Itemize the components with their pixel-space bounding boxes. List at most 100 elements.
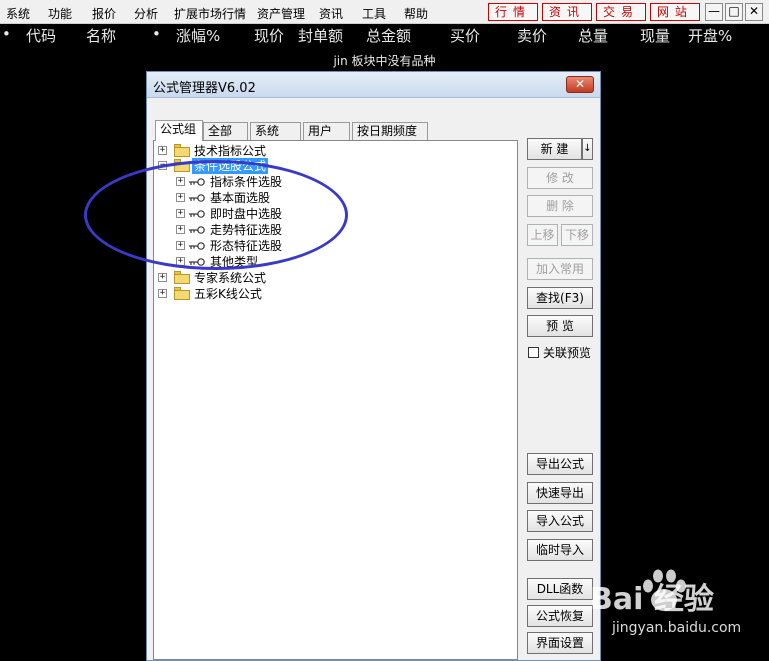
empty-board-notice: jin 板块中没有品种	[333, 54, 436, 68]
column-total-amount[interactable]: 总金额	[366, 25, 411, 46]
expand-toggle[interactable]: +	[176, 257, 185, 266]
tree-item-label: 技术指标公式	[194, 144, 267, 158]
expand-toggle[interactable]: +	[158, 289, 167, 298]
tab-system[interactable]: 系统	[250, 122, 301, 140]
tree-item-trend-feature[interactable]: + 走势特征选股	[176, 222, 376, 238]
temp-import-button[interactable]: 临时导入	[527, 539, 593, 561]
find-button[interactable]: 查找(F3)	[527, 287, 593, 309]
tree-item-other-types[interactable]: + 其他类型	[176, 254, 376, 270]
tree-item-pattern-feature[interactable]: + 形态特征选股	[176, 238, 376, 254]
tab-by-date-frequency[interactable]: 按日期频度	[352, 122, 428, 140]
close-window-button[interactable]: ✕	[745, 3, 763, 21]
paw-logo-icon	[643, 569, 686, 611]
folder-icon	[174, 287, 190, 300]
tree-item-label: 专家系统公式	[194, 271, 267, 285]
tree-item-expert-system[interactable]: + 专家系统公式	[158, 270, 358, 286]
expand-toggle[interactable]: +	[176, 209, 185, 218]
expand-toggle[interactable]: +	[176, 177, 185, 186]
expand-toggle[interactable]: +	[158, 273, 167, 282]
quick-button-quote[interactable]: 行情	[488, 3, 539, 21]
menu-system[interactable]: 系统	[6, 5, 30, 22]
baidu-jingyan-watermark: Bai 经验 jingyan.baidu.com	[588, 568, 768, 654]
tab-user[interactable]: 用户	[303, 122, 350, 140]
menu-help[interactable]: 帮助	[404, 5, 428, 22]
export-formula-button[interactable]: 导出公式	[527, 453, 593, 475]
column-ask-price[interactable]: 卖价	[517, 25, 547, 46]
watermark-url: jingyan.baidu.com	[612, 620, 742, 636]
linked-preview-label: 关联预览	[543, 346, 592, 360]
tree-item-fundamental[interactable]: + 基本面选股	[176, 190, 376, 206]
column-marker: •	[2, 25, 11, 43]
column-current-volume[interactable]: 现量	[640, 25, 670, 46]
maximize-button[interactable]: □	[725, 3, 743, 21]
ui-settings-button[interactable]: 界面设置	[527, 632, 593, 654]
column-total-volume[interactable]: 总量	[578, 25, 608, 46]
add-to-common-button[interactable]: 加入常用	[527, 258, 593, 280]
tree-item-stock-selection[interactable]: − 条件选股公式	[158, 158, 358, 174]
dialog-titlebar[interactable]: 公式管理器V6.02 ✕	[147, 72, 600, 98]
column-seal-amount[interactable]: 封单额	[298, 25, 343, 46]
new-button[interactable]: 新 建	[527, 138, 582, 160]
key-icon	[189, 226, 205, 234]
tree-item-label: 基本面选股	[210, 191, 271, 205]
menu-bar: 系统 功能 报价 分析 扩展市场行情 资产管理 资讯 工具 帮助 行情 资讯 交…	[0, 0, 769, 24]
menu-function[interactable]: 功能	[48, 5, 72, 22]
tree-item-label: 五彩K线公式	[194, 287, 262, 301]
column-code[interactable]: 代码	[26, 25, 56, 46]
column-name[interactable]: 名称	[86, 25, 116, 46]
menu-quote[interactable]: 报价	[92, 5, 116, 22]
key-icon	[189, 194, 205, 202]
column-bid-price[interactable]: 买价	[450, 25, 480, 46]
collapse-toggle[interactable]: −	[158, 161, 167, 170]
key-icon	[189, 242, 205, 250]
folder-open-icon	[174, 159, 190, 172]
expand-toggle[interactable]: +	[176, 193, 185, 202]
expand-toggle[interactable]: +	[158, 146, 167, 155]
quick-button-website[interactable]: 网站	[650, 3, 701, 21]
dialog-close-button[interactable]: ✕	[566, 76, 594, 93]
menu-tools[interactable]: 工具	[362, 5, 386, 22]
watermark-logo-text: Bai 经验	[590, 582, 714, 617]
menu-asset-management[interactable]: 资产管理	[257, 5, 305, 22]
tree-item-label: 条件选股公式	[192, 158, 269, 174]
formula-tree[interactable]: + 技术指标公式 − 条件选股公式 + 指标条件选股 + 基本面选股 + 即时盘…	[153, 140, 518, 660]
menu-analysis[interactable]: 分析	[134, 5, 158, 22]
column-current-price[interactable]: 现价	[254, 25, 284, 46]
expand-toggle[interactable]: +	[176, 225, 185, 234]
tree-item-label: 走势特征选股	[210, 223, 283, 237]
tree-item-indicator-condition[interactable]: + 指标条件选股	[176, 174, 376, 190]
column-open-percent[interactable]: 开盘%	[688, 25, 732, 46]
column-change-percent[interactable]: 涨幅%	[176, 25, 220, 46]
menu-news[interactable]: 资讯	[319, 5, 343, 22]
menu-extended-market[interactable]: 扩展市场行情	[174, 5, 246, 22]
dll-function-button[interactable]: DLL函数	[527, 578, 593, 600]
move-up-button[interactable]: 上移	[527, 224, 558, 246]
tree-item-label: 指标条件选股	[210, 175, 283, 189]
tree-item-label: 即时盘中选股	[210, 207, 283, 221]
formula-manager-dialog: 公式管理器V6.02 ✕ 公式组 全部 系统 用户 按日期频度 + 技术指标公式…	[146, 71, 601, 661]
minimize-button[interactable]: —	[705, 3, 723, 21]
key-icon	[189, 210, 205, 218]
restore-formula-button[interactable]: 公式恢复	[527, 605, 593, 627]
tree-item-intraday[interactable]: + 即时盘中选股	[176, 206, 376, 222]
quick-export-button[interactable]: 快速导出	[527, 482, 593, 504]
import-formula-button[interactable]: 导入公式	[527, 510, 593, 532]
tab-formula-group[interactable]: 公式组	[155, 120, 203, 141]
quick-button-news[interactable]: 资讯	[542, 3, 593, 21]
modify-button[interactable]: 修 改	[527, 167, 593, 189]
tree-item-label: 形态特征选股	[210, 239, 283, 253]
tree-item-colored-candlestick[interactable]: + 五彩K线公式	[158, 286, 358, 302]
quote-column-header: • 代码 名称 • 涨幅% 现价 封单额 总金额 买价 卖价 总量 现量 开盘%	[0, 24, 769, 46]
new-dropdown-button[interactable]: ↓	[582, 138, 593, 160]
tree-item-technical-indicator[interactable]: + 技术指标公式	[158, 143, 358, 159]
dialog-title: 公式管理器V6.02	[153, 81, 256, 96]
folder-icon	[174, 144, 190, 157]
expand-toggle[interactable]: +	[176, 241, 185, 250]
quick-button-trade[interactable]: 交易	[596, 3, 647, 21]
linked-preview-checkbox[interactable]	[528, 347, 539, 358]
delete-button[interactable]: 删 除	[527, 195, 593, 217]
preview-button[interactable]: 预 览	[527, 315, 593, 337]
folder-icon	[174, 271, 190, 284]
tab-all[interactable]: 全部	[203, 122, 248, 140]
move-down-button[interactable]: 下移	[561, 224, 593, 246]
